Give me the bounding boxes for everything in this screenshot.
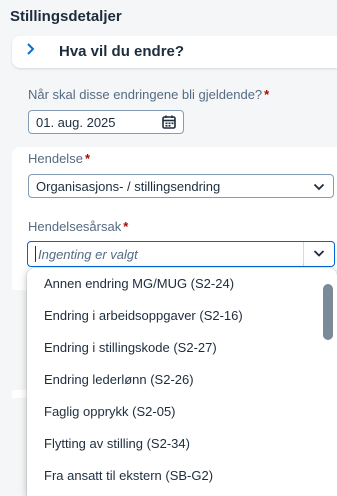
list-item[interactable]: Endring lederlønn (S2-26) bbox=[27, 364, 323, 395]
event-reason-label: Hendelsesårsak * bbox=[28, 219, 129, 234]
event-reason-dropdown-list[interactable]: Annen endring MG/MUG (S2-24) Endring i a… bbox=[27, 268, 337, 496]
list-item[interactable]: Annen endring MG/MUG (S2-24) bbox=[27, 268, 323, 299]
background-card bbox=[12, 398, 28, 496]
list-item[interactable]: Endring i stillingskode (S2-27) bbox=[27, 332, 323, 363]
required-marker: * bbox=[123, 219, 129, 234]
page-header: Stillingsdetaljer bbox=[0, 0, 337, 34]
event-select[interactable]: Organisasjons- / stillingsendring bbox=[28, 174, 334, 198]
panel-title: Hva vil du endre? bbox=[59, 43, 185, 60]
required-marker: * bbox=[264, 87, 270, 102]
list-item[interactable]: Faglig opprykk (S2-05) bbox=[27, 396, 323, 427]
chevron-down-icon[interactable] bbox=[313, 180, 325, 198]
chevron-right-icon[interactable] bbox=[26, 42, 36, 60]
panel-header[interactable]: Hva vil du endre? bbox=[12, 36, 337, 68]
effective-date-label: Når skal disse endringene bli gjeldende?… bbox=[28, 87, 270, 102]
text-caret bbox=[35, 246, 36, 262]
page-title: Stillingsdetaljer bbox=[10, 8, 122, 25]
effective-date-value[interactable]: 01. aug. 2025 bbox=[36, 115, 116, 130]
event-reason-dropdown-button[interactable] bbox=[303, 242, 334, 266]
list-item[interactable]: Endring i arbeidsoppgaver (S2-16) bbox=[27, 300, 323, 331]
background-card bbox=[12, 290, 28, 390]
event-label: Hendelse * bbox=[28, 151, 90, 166]
list-item[interactable]: Fra ansatt til ekstern (SB-G2) bbox=[27, 460, 323, 491]
list-item[interactable]: Flytting av stilling (S2-34) bbox=[27, 428, 323, 459]
effective-date-input[interactable]: 01. aug. 2025 bbox=[28, 110, 184, 134]
event-reason-placeholder[interactable]: Ingenting er valgt bbox=[38, 247, 138, 262]
calendar-icon[interactable] bbox=[161, 114, 177, 135]
required-marker: * bbox=[84, 151, 90, 166]
event-reason-combobox[interactable]: Ingenting er valgt bbox=[27, 241, 335, 267]
event-select-value[interactable]: Organisasjons- / stillingsendring bbox=[36, 179, 220, 194]
scrollbar-thumb[interactable] bbox=[323, 284, 333, 340]
